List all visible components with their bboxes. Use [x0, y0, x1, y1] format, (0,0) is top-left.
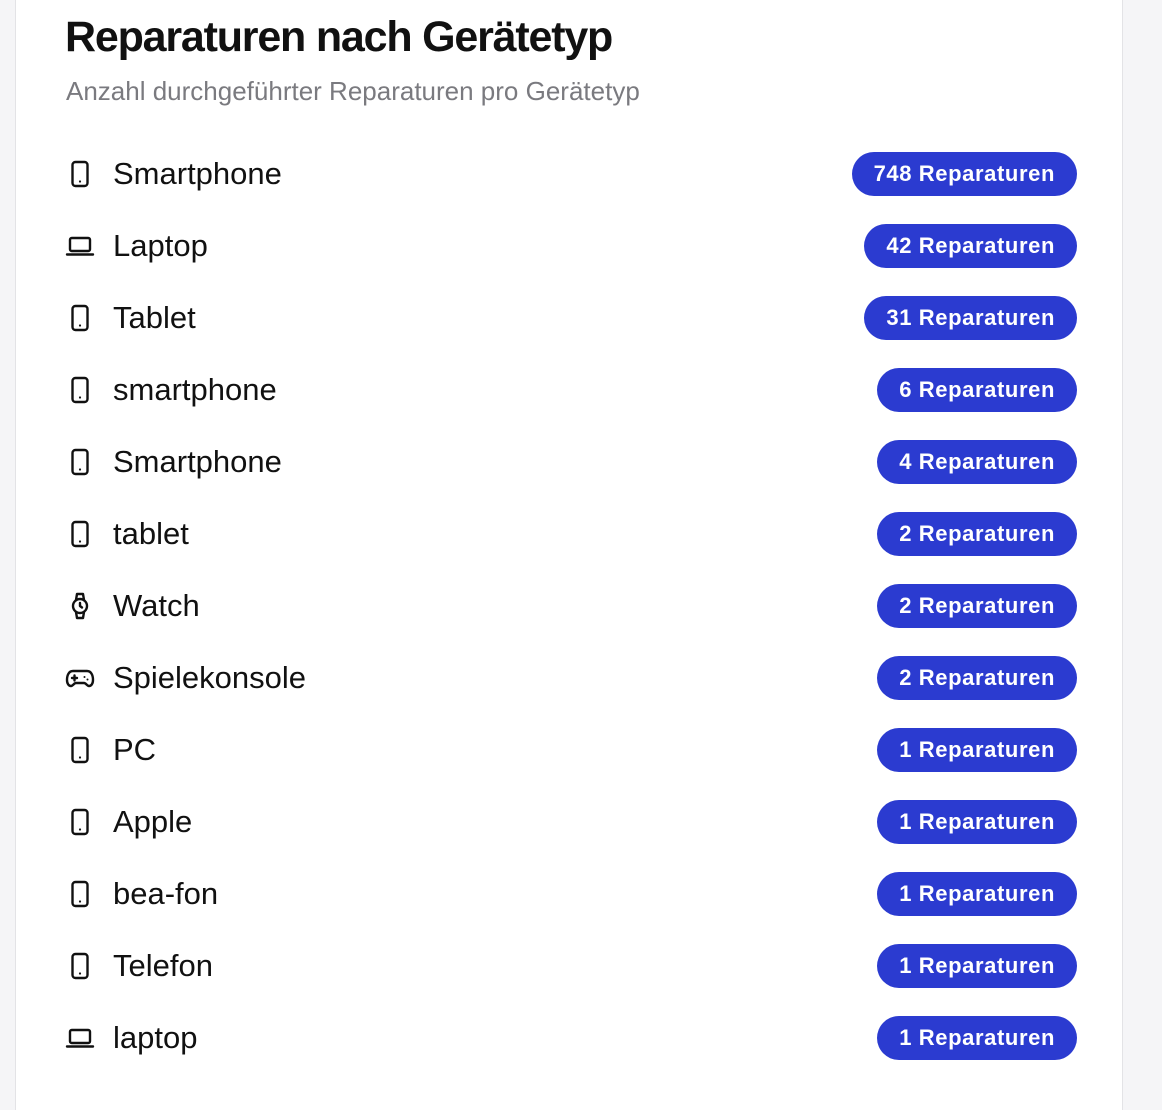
phone-icon — [65, 303, 95, 333]
phone-icon — [65, 375, 95, 405]
device-type-label: Watch — [113, 588, 200, 623]
page-title: Reparaturen nach Gerätetyp — [65, 13, 613, 61]
page-subtitle: Anzahl durchgeführter Reparaturen pro Ge… — [66, 76, 640, 106]
device-row: bea-fon 1 Reparaturen — [65, 858, 1077, 930]
repair-count-badge: 31 Reparaturen — [864, 296, 1077, 340]
phone-icon — [65, 879, 95, 909]
device-row: Laptop 42 Reparaturen — [65, 210, 1077, 282]
device-row: Spielekonsole 2 Reparaturen — [65, 642, 1077, 714]
device-row: Telefon 1 Reparaturen — [65, 930, 1077, 1002]
device-type-label: laptop — [113, 1020, 198, 1055]
device-row: PC 1 Reparaturen — [65, 714, 1077, 786]
device-row: smartphone 6 Reparaturen — [65, 354, 1077, 426]
device-row: laptop 1 Reparaturen — [65, 1002, 1077, 1074]
phone-icon — [65, 519, 95, 549]
device-row: Watch 2 Reparaturen — [65, 570, 1077, 642]
repair-count-badge: 2 Reparaturen — [877, 584, 1077, 628]
repair-count-badge: 6 Reparaturen — [877, 368, 1077, 412]
device-type-list: Smartphone 748 Reparaturen Laptop 42 Repara… — [65, 138, 1077, 1074]
laptop-icon — [65, 231, 95, 261]
device-type-label: Apple — [113, 804, 193, 839]
phone-icon — [65, 807, 95, 837]
device-type-label: Smartphone — [113, 156, 282, 191]
device-row: Smartphone 4 Reparaturen — [65, 426, 1077, 498]
repair-count-badge: 4 Reparaturen — [877, 440, 1077, 484]
repair-count-badge: 2 Reparaturen — [877, 656, 1077, 700]
phone-icon — [65, 159, 95, 189]
phone-icon — [65, 447, 95, 477]
device-type-label: Laptop — [113, 228, 208, 263]
device-type-label: Telefon — [113, 948, 213, 983]
repair-count-badge: 2 Reparaturen — [877, 512, 1077, 556]
repair-count-badge: 1 Reparaturen — [877, 944, 1077, 988]
phone-icon — [65, 951, 95, 981]
device-type-label: PC — [113, 732, 157, 767]
device-type-label: Spielekonsole — [113, 660, 307, 695]
device-row: Tablet 31 Reparaturen — [65, 282, 1077, 354]
device-type-label: smartphone — [113, 372, 277, 407]
repair-count-badge: 42 Reparaturen — [864, 224, 1077, 268]
repair-count-badge: 1 Reparaturen — [877, 800, 1077, 844]
device-row: Apple 1 Reparaturen — [65, 786, 1077, 858]
device-type-label: tablet — [113, 516, 189, 551]
device-type-label: Tablet — [113, 300, 196, 335]
gamepad-icon — [65, 663, 95, 693]
repair-count-badge: 1 Reparaturen — [877, 872, 1077, 916]
device-repairs-card: Reparaturen nach Gerätetyp Anzahl durchg… — [15, 0, 1123, 1110]
phone-icon — [65, 735, 95, 765]
laptop-icon — [65, 1023, 95, 1053]
repair-count-badge: 748 Reparaturen — [851, 152, 1077, 196]
device-type-label: Smartphone — [113, 444, 282, 479]
device-row: Smartphone 748 Reparaturen — [65, 138, 1077, 210]
watch-icon — [65, 591, 95, 621]
device-type-label: bea-fon — [113, 876, 219, 911]
device-row: tablet 2 Reparaturen — [65, 498, 1077, 570]
repair-count-badge: 1 Reparaturen — [877, 728, 1077, 772]
repair-count-badge: 1 Reparaturen — [877, 1016, 1077, 1060]
